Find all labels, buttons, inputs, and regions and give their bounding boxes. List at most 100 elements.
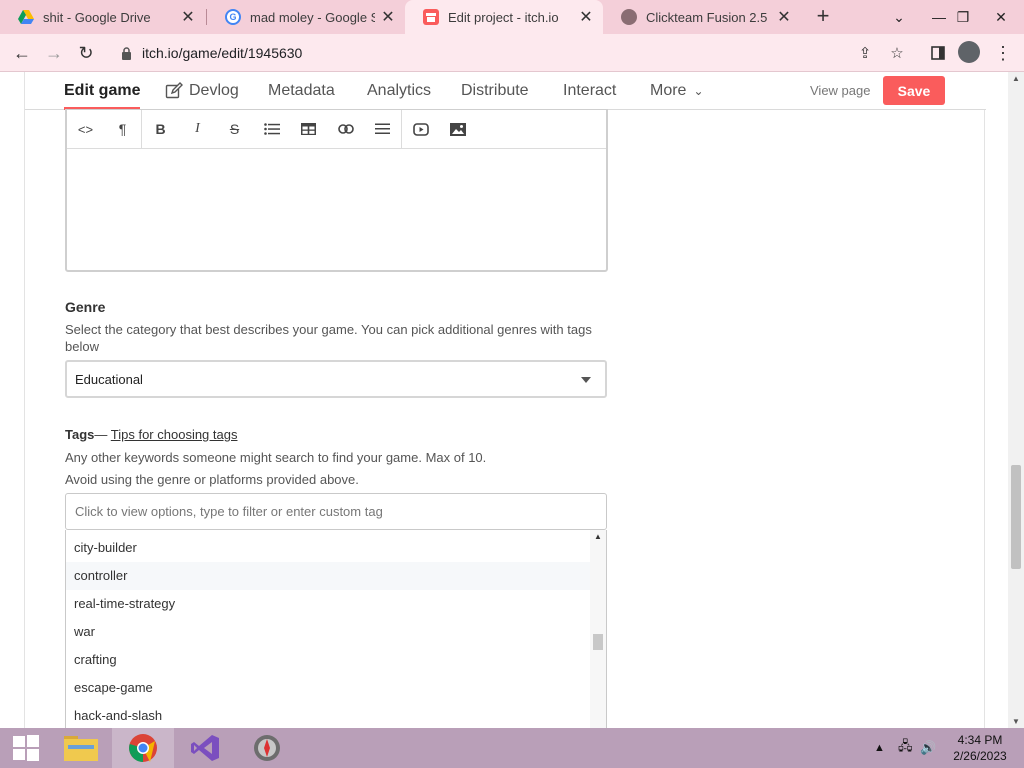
share-icon[interactable]: ⇪: [854, 42, 876, 64]
close-tab-icon[interactable]: ✕: [181, 7, 195, 27]
volume-icon[interactable]: 🔊: [920, 728, 936, 768]
new-tab-button[interactable]: +: [811, 4, 835, 28]
tag-option[interactable]: real-time-strategy: [66, 590, 591, 618]
omnibox[interactable]: itch.io/game/edit/1945630 ⇪ ☆: [107, 38, 925, 68]
tag-option[interactable]: hack-and-slash: [66, 702, 591, 728]
tab-metadata[interactable]: Metadata: [268, 72, 335, 110]
editor-toolbar: <> ¶ B I S: [67, 110, 606, 149]
clock-date: 2/26/2023: [953, 749, 1007, 763]
tags-help-line-2: Avoid using the genre or platforms provi…: [65, 472, 359, 487]
tab-devlog[interactable]: Devlog: [165, 72, 239, 110]
tab-title: shit - Google Drive: [43, 9, 151, 25]
forward-button[interactable]: →: [40, 39, 68, 67]
profile-avatar[interactable]: [958, 41, 980, 63]
show-hidden-icons[interactable]: ▲: [874, 728, 885, 768]
italic-icon[interactable]: I: [179, 110, 216, 148]
scroll-up-arrow-icon[interactable]: ▲: [590, 532, 606, 541]
image-icon[interactable]: [439, 110, 476, 148]
dropdown-scroll-thumb[interactable]: [593, 634, 603, 650]
chrome-menu-icon[interactable]: ⋮: [994, 39, 1012, 67]
close-tab-icon[interactable]: ✕: [381, 7, 395, 27]
video-embed-icon[interactable]: [402, 110, 439, 148]
page-scrollbar[interactable]: ▲ ▼: [1008, 72, 1024, 728]
lock-icon: [119, 46, 133, 60]
edit-pencil-icon: [165, 82, 183, 99]
tab-more-label: More: [650, 82, 687, 99]
windows-logo-icon: [13, 735, 39, 761]
clickteam-icon: [254, 735, 280, 761]
tags-input-box[interactable]: [65, 493, 607, 530]
system-clock[interactable]: 4:34 PM 2/26/2023: [943, 732, 1017, 764]
chrome-app[interactable]: [112, 728, 174, 768]
close-window-button[interactable]: ✕: [978, 0, 1024, 34]
bullet-list-icon[interactable]: [253, 110, 290, 148]
edit-navigation: Edit game Devlog Metadata Analytics Dist…: [25, 72, 986, 110]
genre-select[interactable]: Educational: [65, 360, 607, 398]
network-icon[interactable]: 🖧: [898, 728, 913, 768]
edit-game-page: Edit game Devlog Metadata Analytics Dist…: [24, 72, 986, 728]
close-tab-icon[interactable]: ✕: [777, 7, 791, 27]
tag-option[interactable]: war: [66, 618, 591, 646]
clock-time: 4:34 PM: [957, 733, 1003, 747]
globe-icon: [621, 9, 637, 25]
tab-more[interactable]: More ⌄: [650, 72, 704, 110]
tab-analytics[interactable]: Analytics: [367, 72, 431, 110]
tab-title: mad moley - Google Sea: [250, 9, 375, 25]
tab-google-drive[interactable]: shit - Google Drive ✕: [0, 0, 205, 34]
tag-option[interactable]: crafting: [66, 646, 591, 674]
link-icon[interactable]: [327, 110, 364, 148]
genre-help-text: Select the category that best describes …: [65, 322, 592, 354]
tab-distribute[interactable]: Distribute: [461, 72, 529, 110]
tags-label: Tags: [65, 427, 95, 442]
save-button[interactable]: Save: [883, 76, 945, 105]
scroll-down-arrow-icon[interactable]: ▼: [1008, 717, 1024, 726]
tag-option[interactable]: city-builder: [66, 534, 591, 562]
url-text: itch.io/game/edit/1945630: [142, 45, 303, 61]
description-editor[interactable]: <> ¶ B I S: [65, 109, 608, 272]
tab-interact[interactable]: Interact: [563, 72, 616, 110]
start-button[interactable]: [0, 728, 52, 768]
side-panel-icon[interactable]: [924, 39, 952, 67]
tags-input[interactable]: [75, 504, 595, 519]
itchio-icon: [423, 9, 439, 25]
html-code-icon[interactable]: <>: [67, 110, 104, 148]
genre-label: Genre: [65, 299, 106, 315]
dropdown-caret-icon: [581, 377, 591, 383]
clickteam-fusion-app[interactable]: [236, 728, 298, 768]
browser-tab-strip: shit - Google Drive ✕ G mad moley - Goog…: [0, 0, 1024, 34]
file-explorer-app[interactable]: [50, 728, 112, 768]
google-drive-icon: [18, 9, 34, 25]
bookmark-star-icon[interactable]: ☆: [886, 42, 908, 64]
folder-icon: [64, 736, 98, 761]
tab-itchio-edit[interactable]: Edit project - itch.io ✕: [405, 0, 603, 34]
close-tab-icon[interactable]: ✕: [579, 7, 593, 27]
tags-heading: Tags— Tips for choosing tags: [65, 427, 237, 442]
paragraph-icon[interactable]: ¶: [104, 110, 141, 148]
tags-dropdown: city-builder controller real-time-strate…: [65, 530, 607, 728]
tags-help-line-1: Any other keywords someone might search …: [65, 450, 487, 465]
visual-studio-app[interactable]: [174, 728, 236, 768]
view-page-link[interactable]: View page: [810, 83, 870, 98]
tab-devlog-label: Devlog: [189, 82, 239, 99]
dropdown-scrollbar[interactable]: ▲: [590, 530, 606, 728]
chevron-down-icon: ⌄: [693, 84, 704, 98]
align-icon[interactable]: [364, 110, 401, 148]
tab-clickteam[interactable]: Clickteam Fusion 2.5 HT ✕: [603, 0, 801, 34]
windows-taskbar: ▲ 🖧 🔊 4:34 PM 2/26/2023: [0, 728, 1024, 768]
tab-title: Clickteam Fusion 2.5 HT: [646, 9, 771, 25]
tag-option[interactable]: controller: [66, 562, 591, 590]
tab-edit-game[interactable]: Edit game: [64, 72, 141, 110]
tips-for-tags-link[interactable]: Tips for choosing tags: [111, 427, 238, 442]
tab-google-search[interactable]: G mad moley - Google Sea ✕: [207, 0, 405, 34]
table-icon[interactable]: [290, 110, 327, 148]
chrome-icon: [129, 734, 157, 762]
reload-button[interactable]: ↻: [72, 39, 100, 67]
back-button[interactable]: ←: [8, 39, 36, 67]
strikethrough-icon[interactable]: S: [216, 110, 253, 148]
page-scroll-thumb[interactable]: [1011, 465, 1021, 569]
bold-icon[interactable]: B: [142, 110, 179, 148]
scroll-up-arrow-icon[interactable]: ▲: [1008, 74, 1024, 83]
tab-title: Edit project - itch.io: [448, 9, 559, 25]
tags-dash: —: [94, 427, 111, 442]
tag-option[interactable]: escape-game: [66, 674, 591, 702]
